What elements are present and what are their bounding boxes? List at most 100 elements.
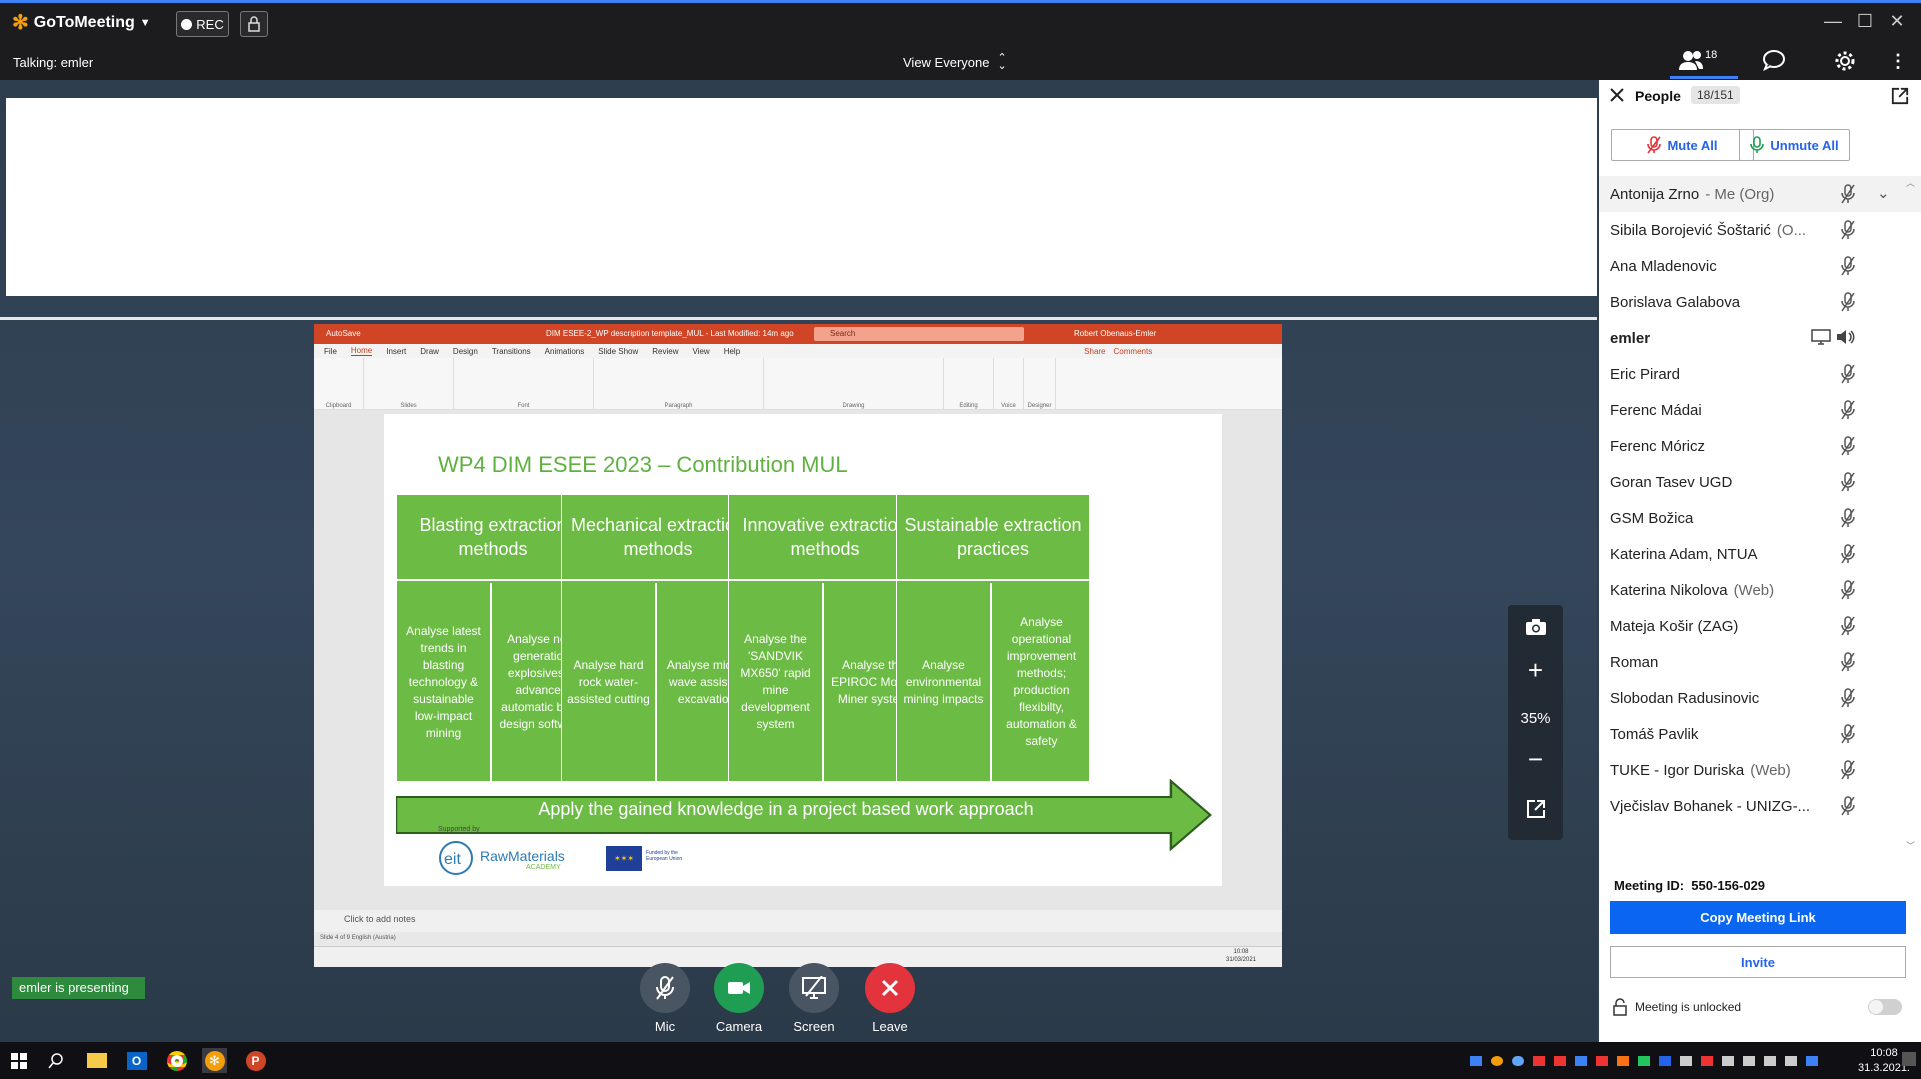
tray-icon[interactable] bbox=[1701, 1056, 1713, 1066]
tray-icon[interactable] bbox=[1722, 1056, 1734, 1066]
participant-row[interactable]: Sibila Borojević Šoštarić (O... bbox=[1599, 212, 1921, 248]
popout-panel-button[interactable] bbox=[1891, 87, 1909, 110]
tray-icon[interactable] bbox=[1512, 1056, 1524, 1066]
scroll-up-icon[interactable]: ︿ bbox=[1906, 176, 1915, 189]
tray-icon[interactable] bbox=[1680, 1056, 1692, 1066]
participant-row[interactable]: Borislava Galabova bbox=[1599, 284, 1921, 320]
mic-muted-icon[interactable] bbox=[1840, 400, 1856, 424]
mic-muted-icon[interactable] bbox=[1840, 652, 1856, 676]
participant-row[interactable]: Goran Tasev UGD bbox=[1599, 464, 1921, 500]
mic-muted-icon[interactable] bbox=[1840, 292, 1856, 316]
notification-icon[interactable] bbox=[1902, 1052, 1916, 1066]
participant-row[interactable]: TUKE - Igor Duriska (Web) bbox=[1599, 752, 1921, 788]
ribbon-group: Paragraph bbox=[594, 358, 764, 410]
meeting-lock-toggle[interactable] bbox=[1868, 999, 1902, 1015]
participant-row[interactable]: Vječislav Bohanek - UNIZG-... bbox=[1599, 788, 1921, 824]
tray-icon[interactable] bbox=[1533, 1056, 1545, 1066]
outlook-icon[interactable]: O bbox=[124, 1048, 149, 1073]
mic-muted-icon[interactable] bbox=[1840, 760, 1856, 784]
minimize-icon[interactable]: — bbox=[1820, 11, 1846, 32]
speaker-icon bbox=[1835, 329, 1855, 349]
tray-icon[interactable] bbox=[1470, 1056, 1482, 1066]
mic-muted-icon[interactable] bbox=[1840, 688, 1856, 712]
participant-row[interactable]: Mateja Košir (ZAG) bbox=[1599, 608, 1921, 644]
mic-muted-icon[interactable] bbox=[1840, 364, 1856, 388]
ribbon-group-label: Clipboard bbox=[325, 403, 352, 409]
mic-muted-icon[interactable] bbox=[1840, 436, 1856, 460]
chat-tab[interactable] bbox=[1762, 49, 1786, 74]
participant-row[interactable]: GSM Božica bbox=[1599, 500, 1921, 536]
scroll-down-icon[interactable]: ﹀ bbox=[1906, 839, 1915, 852]
record-button[interactable]: REC bbox=[176, 11, 229, 37]
participant-row[interactable]: Ferenc Mádai bbox=[1599, 392, 1921, 428]
participant-row[interactable]: Ferenc Móricz bbox=[1599, 428, 1921, 464]
participant-row[interactable]: Antonija Zrno - Me (Org) ⌄ bbox=[1599, 176, 1921, 212]
zoom-out-button[interactable]: − bbox=[1508, 737, 1563, 781]
chrome-icon[interactable] bbox=[164, 1048, 189, 1073]
mute-all-button[interactable]: Mute All bbox=[1611, 129, 1754, 161]
tray-icon[interactable] bbox=[1491, 1056, 1503, 1066]
participant-tag: (Web) bbox=[1733, 581, 1775, 599]
tray-icon[interactable] bbox=[1743, 1056, 1755, 1066]
view-selector[interactable]: View Everyone ⌃ ⌄ bbox=[903, 53, 1007, 72]
chevron-down-icon[interactable]: ⌄ bbox=[1877, 184, 1890, 202]
people-tab[interactable] bbox=[1678, 49, 1704, 74]
maximize-icon[interactable]: ☐ bbox=[1852, 11, 1878, 32]
tray-icon[interactable] bbox=[1785, 1056, 1797, 1066]
ribbon-group-label: Editing bbox=[959, 403, 978, 409]
mic-muted-icon[interactable] bbox=[1840, 544, 1856, 568]
slide-column: Mechanical extraction methods Analyse ha… bbox=[561, 494, 755, 782]
mic-muted-icon[interactable] bbox=[1840, 472, 1856, 496]
mic-muted-icon[interactable] bbox=[1840, 796, 1856, 820]
popout-screen-button[interactable] bbox=[1508, 787, 1563, 831]
camera-button[interactable]: Camera bbox=[713, 963, 765, 1034]
tray-icon[interactable] bbox=[1596, 1056, 1608, 1066]
participant-row[interactable]: Roman bbox=[1599, 644, 1921, 680]
mic-muted-icon[interactable] bbox=[1840, 256, 1856, 280]
windows-start-icon[interactable] bbox=[6, 1048, 31, 1073]
tray-icon[interactable] bbox=[1575, 1056, 1587, 1066]
powerpoint-icon[interactable]: P bbox=[243, 1048, 268, 1073]
file-explorer-icon[interactable] bbox=[84, 1048, 109, 1073]
participant-name: Vječislav Bohanek - UNIZG-... bbox=[1610, 797, 1811, 815]
lock-meeting-button[interactable] bbox=[240, 11, 268, 37]
participant-row[interactable]: Katerina Adam, NTUA bbox=[1599, 536, 1921, 572]
mic-button[interactable]: Mic bbox=[639, 963, 691, 1034]
tray-icon[interactable] bbox=[1806, 1056, 1818, 1066]
leave-button[interactable]: Leave bbox=[864, 963, 916, 1034]
mic-muted-icon[interactable] bbox=[1840, 184, 1856, 208]
participant-row[interactable]: Eric Pirard bbox=[1599, 356, 1921, 392]
settings-button[interactable] bbox=[1833, 49, 1857, 76]
more-menu-icon[interactable]: ⋮ bbox=[1889, 51, 1907, 72]
close-window-icon[interactable]: ✕ bbox=[1884, 11, 1910, 32]
participant-row[interactable]: Slobodan Radusinovic bbox=[1599, 680, 1921, 716]
unmute-all-button[interactable]: Unmute All bbox=[1739, 129, 1850, 161]
tray-icon[interactable] bbox=[1764, 1056, 1776, 1066]
close-panel-button[interactable] bbox=[1609, 87, 1625, 108]
zoom-in-button[interactable]: + bbox=[1508, 648, 1563, 692]
tray-icon[interactable] bbox=[1638, 1056, 1650, 1066]
tray-icon[interactable] bbox=[1659, 1056, 1671, 1066]
mic-muted-icon[interactable] bbox=[1840, 616, 1856, 640]
copy-meeting-link-button[interactable]: Copy Meeting Link bbox=[1610, 901, 1906, 934]
search-icon[interactable] bbox=[43, 1048, 68, 1073]
participant-row[interactable]: Katerina Nikolova (Web) bbox=[1599, 572, 1921, 608]
participant-row[interactable]: Tomáš Pavlik bbox=[1599, 716, 1921, 752]
participant-row[interactable]: Ana Mladenovic bbox=[1599, 248, 1921, 284]
participant-name: Borislava Galabova bbox=[1610, 293, 1741, 311]
invite-button[interactable]: Invite bbox=[1610, 946, 1906, 978]
tray-icon[interactable] bbox=[1617, 1056, 1629, 1066]
mic-muted-icon[interactable] bbox=[1840, 220, 1856, 244]
participant-scrollbar[interactable]: ︿ ﹀ bbox=[1906, 176, 1916, 852]
app-logo[interactable]: ✻ GoToMeeting ▼ bbox=[12, 13, 151, 33]
mic-muted-icon[interactable] bbox=[1840, 508, 1856, 532]
mic-muted-icon[interactable] bbox=[1840, 580, 1856, 604]
tray-icon[interactable] bbox=[1554, 1056, 1566, 1066]
mic-label: Mic bbox=[654, 1019, 676, 1034]
screen-button[interactable]: Screen bbox=[788, 963, 840, 1034]
gotomeeting-taskbar-icon[interactable]: ✻ bbox=[202, 1048, 227, 1073]
screenshot-button[interactable] bbox=[1508, 605, 1563, 649]
participant-name: Sibila Borojević Šoštarić bbox=[1610, 221, 1771, 239]
participant-row[interactable]: emler bbox=[1599, 320, 1921, 356]
mic-muted-icon[interactable] bbox=[1840, 724, 1856, 748]
